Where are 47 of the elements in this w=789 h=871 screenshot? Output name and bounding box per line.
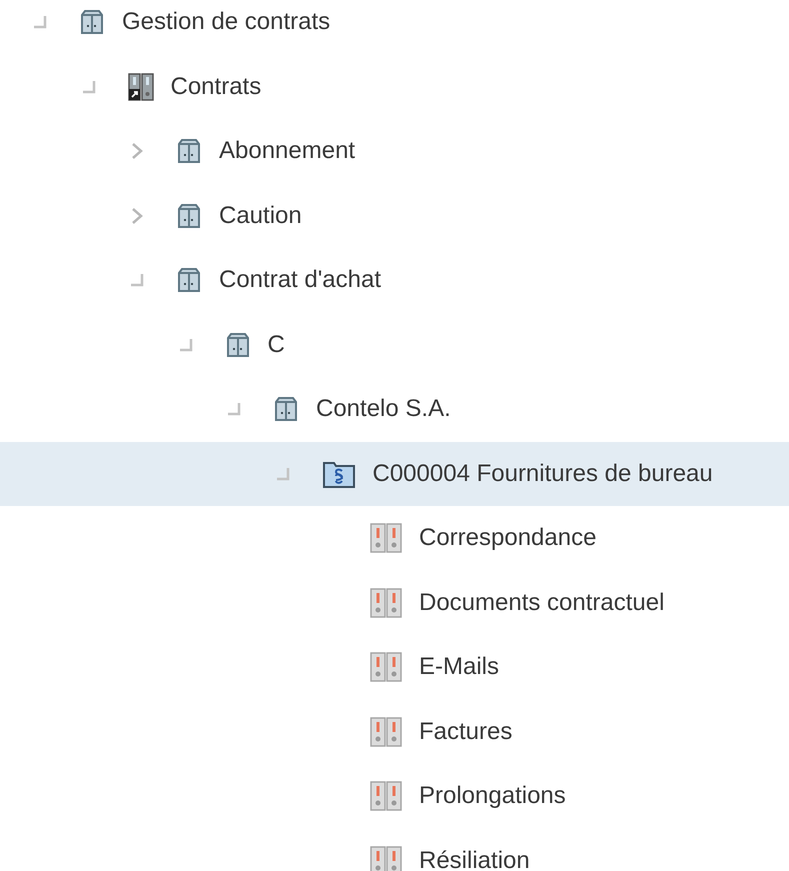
tree-item-label: Gestion de contrats — [122, 7, 330, 38]
tree-item-label: C000004 Fournitures de bureau — [372, 458, 713, 489]
expanded-toggle-icon[interactable] — [32, 14, 48, 30]
tree-item-label: Résiliation — [419, 846, 530, 871]
tree-item[interactable]: Prolongations — [0, 764, 789, 828]
tree-item[interactable]: C — [0, 312, 789, 377]
tree-item[interactable]: Contrats — [0, 54, 789, 119]
binder-icon — [370, 846, 402, 871]
tree-item[interactable]: Gestion de contrats — [0, 0, 789, 54]
cabinet-icon — [176, 202, 202, 229]
tree-item-label: Documents contractuel — [419, 588, 664, 618]
tree-item[interactable]: Contrat d'achat — [0, 248, 789, 312]
cabinet-icon — [176, 267, 202, 294]
tree-item-label: Abonnement — [219, 136, 356, 166]
binder-icon — [370, 588, 402, 618]
tree-item-label: Contrat d'achat — [219, 265, 382, 296]
binder-icon — [370, 781, 402, 812]
tree-item-label: C — [268, 330, 285, 360]
cabinet-icon — [224, 332, 250, 358]
expanded-toggle-icon[interactable] — [226, 401, 242, 418]
binder-icon — [370, 652, 402, 682]
tree-item-label: Caution — [219, 200, 302, 231]
tree-item[interactable]: Documents contractuel — [0, 570, 789, 635]
tree-item[interactable]: E-Mails — [0, 635, 789, 700]
expanded-toggle-icon[interactable] — [178, 336, 194, 353]
expanded-toggle-icon[interactable] — [129, 272, 145, 288]
expanded-toggle-icon[interactable] — [80, 78, 96, 95]
cabinet-icon — [79, 9, 105, 36]
cabinet-icon — [176, 138, 202, 164]
expanded-toggle-icon[interactable] — [274, 466, 290, 482]
tree-item[interactable]: Résiliation — [0, 828, 789, 871]
tree-item-label: Factures — [419, 716, 512, 747]
tree-item[interactable]: Factures — [0, 700, 789, 764]
tree-item-label: Correspondance — [419, 523, 596, 554]
tree-item-label: Contrats — [170, 72, 262, 102]
tree-item[interactable]: Contelo S.A. — [0, 377, 789, 442]
tree-item[interactable]: Correspondance — [0, 506, 789, 570]
binder-icon — [370, 716, 402, 747]
tree-item-label: E-Mails — [419, 652, 500, 682]
tree-item[interactable]: Caution — [0, 184, 789, 248]
binder-shortcut-icon — [128, 72, 154, 101]
tree-item-label: Prolongations — [419, 781, 566, 812]
tree-item-label: Contelo S.A. — [316, 394, 451, 424]
tree-item[interactable]: C000004 Fournitures de bureau — [0, 442, 789, 506]
tree-item[interactable]: Abonnement — [0, 119, 789, 184]
cabinet-icon — [273, 396, 299, 422]
binder-icon — [370, 523, 402, 554]
